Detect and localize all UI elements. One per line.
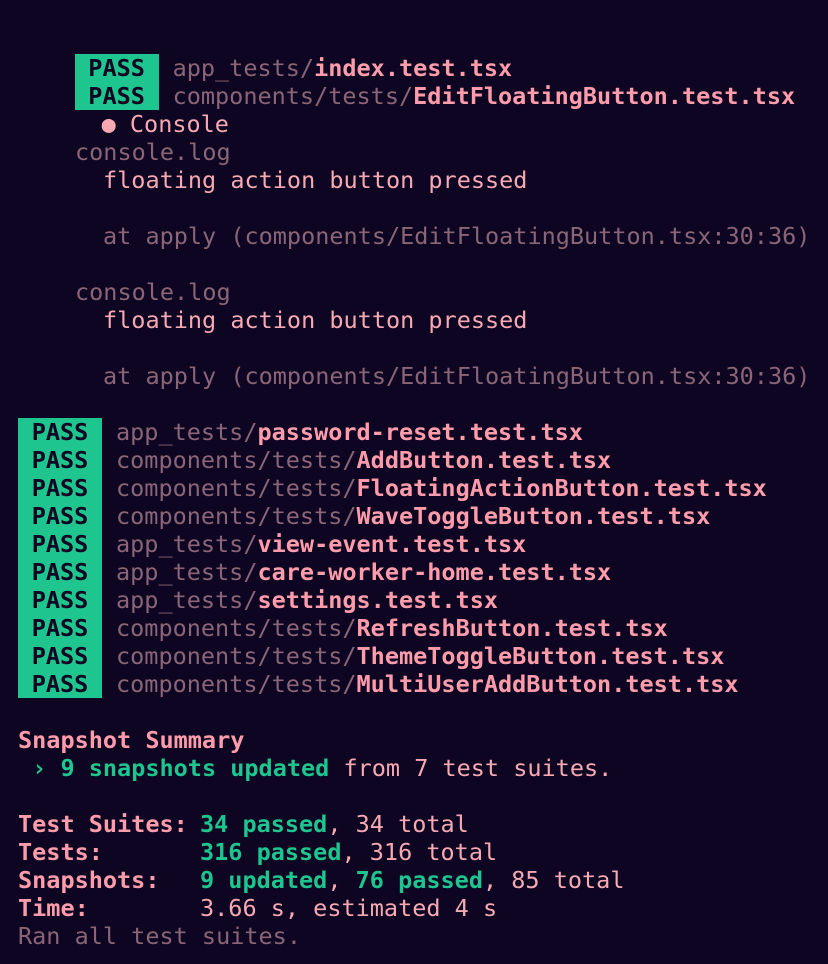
footer-text: Ran all test suites. xyxy=(18,922,301,950)
time-summary: Time: 3.66 s, estimated 4 s xyxy=(18,894,828,922)
test-file: WaveToggleButton.test.tsx xyxy=(356,502,711,530)
test-result-row: PASS app_tests/password-reset.test.tsx xyxy=(18,418,828,446)
test-dir: app_tests/ xyxy=(172,54,315,82)
pass-badge: PASS xyxy=(74,82,159,110)
test-result-row: PASS components/tests/FloatingActionButto… xyxy=(18,474,828,502)
pass-badge: PASS xyxy=(18,418,102,446)
pass-badge: PASS xyxy=(18,474,102,502)
time-label: Time: xyxy=(18,894,89,922)
console-log-message: floating action button pressed xyxy=(103,166,528,194)
test-dir: components/tests/ xyxy=(172,82,414,110)
test-dir: app_tests/ xyxy=(116,530,258,558)
snapshot-summary-title: Snapshot Summary xyxy=(18,726,245,754)
suites-label: Test Suites: xyxy=(18,810,188,838)
test-file: MultiUserAddButton.test.tsx xyxy=(356,670,739,698)
test-file: EditFloatingButton.test.tsx xyxy=(413,82,796,110)
snapshots-passed: 76 passed xyxy=(355,866,483,894)
pass-badge: PASS xyxy=(18,558,102,586)
test-result-row: PASS app_tests/index.test.tsx xyxy=(18,26,828,82)
test-result-row: PASS components/tests/MultiUserAddButton.… xyxy=(18,670,828,698)
test-file: care-worker-home.test.tsx xyxy=(257,558,612,586)
pass-badge: PASS xyxy=(18,502,102,530)
test-file: AddButton.test.tsx xyxy=(356,446,612,474)
test-result-row: PASS components/tests/AddButton.test.tsx xyxy=(18,446,828,474)
snapshots-updated-count: 9 updated xyxy=(200,866,328,894)
test-file: RefreshButton.test.tsx xyxy=(356,614,668,642)
test-result-row: PASS components/tests/WaveToggleButton.te… xyxy=(18,502,828,530)
snapshots-updated: 9 snapshots updated xyxy=(60,754,330,782)
test-result-row: PASS components/tests/ThemeToggleButton.t… xyxy=(18,642,828,670)
snapshot-suites-text: from 7 test suites. xyxy=(343,754,613,782)
snapshot-summary-line: › 9 snapshots updated from 7 test suites… xyxy=(18,754,828,782)
snapshots-summary: Snapshots: 9 updated, 76 passed, 85 total xyxy=(18,866,828,894)
time-value: 3.66 s, estimated 4 s xyxy=(200,894,498,922)
pass-badge: PASS xyxy=(18,586,102,614)
test-dir: components/tests/ xyxy=(116,446,357,474)
pass-badge: PASS xyxy=(18,530,102,558)
test-dir: app_tests/ xyxy=(116,558,258,586)
test-dir: components/tests/ xyxy=(116,614,357,642)
console-log-header: console.log xyxy=(75,278,231,306)
test-dir: components/tests/ xyxy=(116,642,357,670)
test-file: FloatingActionButton.test.tsx xyxy=(356,474,767,502)
test-dir: app_tests/ xyxy=(116,586,258,614)
snapshots-label: Snapshots: xyxy=(18,866,160,894)
snapshots-total: , 85 total xyxy=(482,866,625,894)
test-dir: components/tests/ xyxy=(116,474,357,502)
pass-badge: PASS xyxy=(74,54,159,82)
console-log-header: console.log xyxy=(75,138,231,166)
pass-badge: PASS xyxy=(18,614,102,642)
arrow-icon: › xyxy=(32,754,47,782)
test-file: settings.test.tsx xyxy=(257,586,499,614)
test-dir: components/tests/ xyxy=(116,502,357,530)
test-dir: app_tests/ xyxy=(116,418,258,446)
console-log-message: floating action button pressed xyxy=(103,306,528,334)
console-log-trace: at apply (components/EditFloatingButton.… xyxy=(103,362,811,390)
terminal-output: PASS app_tests/index.test.tsx PASS compone… xyxy=(18,26,828,950)
snapshots-separator: , xyxy=(327,866,356,894)
test-file: ThemeToggleButton.test.tsx xyxy=(356,642,725,670)
pass-badge: PASS xyxy=(18,670,102,698)
console-title: Console xyxy=(129,110,229,138)
tests-label: Tests: xyxy=(18,838,103,866)
console-log-trace: at apply (components/EditFloatingButton.… xyxy=(103,222,811,250)
pass-badge: PASS xyxy=(18,446,102,474)
test-result-row: PASS app_tests/view-event.test.tsx xyxy=(18,530,828,558)
tests-total: , 316 total xyxy=(341,838,498,866)
test-result-row: PASS components/tests/RefreshButton.test.… xyxy=(18,614,828,642)
suites-passed: 34 passed xyxy=(200,810,328,838)
test-result-row: PASS app_tests/settings.test.tsx xyxy=(18,586,828,614)
test-file: view-event.test.tsx xyxy=(257,530,527,558)
test-result-row: PASS app_tests/care-worker-home.test.tsx xyxy=(18,558,828,586)
tests-summary: Tests: 316 passed, 316 total xyxy=(18,838,828,866)
test-file: index.test.tsx xyxy=(314,54,513,82)
test-dir: components/tests/ xyxy=(116,670,357,698)
pass-badge: PASS xyxy=(18,642,102,670)
test-file: password-reset.test.tsx xyxy=(257,418,583,446)
bullet-icon: ● xyxy=(101,110,116,138)
tests-passed: 316 passed xyxy=(200,838,342,866)
suites-summary: Test Suites: 34 passed, 34 total xyxy=(18,810,828,838)
suites-total: , 34 total xyxy=(327,810,469,838)
